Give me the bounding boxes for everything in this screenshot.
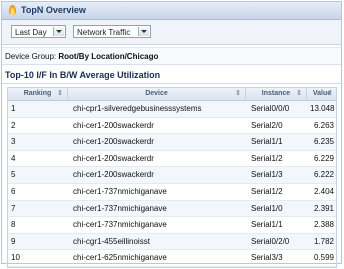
value-cell: 6.263 — [313, 120, 334, 130]
flame-icon — [9, 5, 16, 15]
rank-cell: 7 — [11, 203, 16, 213]
instance-cell: Serial1/1 — [251, 220, 283, 230]
table-body: 1 chi-cpr1-silveredgebusinesssystems Ser… — [8, 101, 336, 267]
topn-table: Ranking ⇕ Device ⇕ Instance ⇕ Value ⇕ 1 chi-… — [7, 87, 337, 268]
device-group-value: Root/By Location/Chicago — [58, 52, 159, 61]
value-cell: 13.048 — [310, 104, 335, 113]
value-cell: 6.235 — [313, 137, 334, 147]
rank-cell: 8 — [11, 220, 16, 230]
device-cell: chi-cer1-200swackerdr — [73, 137, 154, 147]
instance-cell: Serial1/1 — [251, 137, 283, 147]
rank-cell: 5 — [11, 170, 16, 180]
table-header: Ranking ⇕ Device ⇕ Instance ⇕ Value ⇕ — [8, 88, 336, 101]
rank-cell: 1 — [11, 104, 16, 113]
sort-icon: ⇕ — [235, 90, 241, 97]
instance-cell: Serial1/2 — [251, 186, 283, 196]
rank-cell: 9 — [11, 236, 16, 246]
table-row[interactable]: 3 chi-cer1-200swackerdr Serial1/1 6.235 — [8, 134, 336, 151]
section-header: Top-10 I/F In B/W Average Utilization — [2, 66, 341, 84]
column-header-device[interactable]: Device ⇕ — [68, 88, 246, 100]
device-cell: chi-cer1-737nmichiganave — [73, 203, 167, 213]
rank-cell: 2 — [11, 120, 16, 130]
table-row[interactable]: 10 chi-cer1-625nmichiganave Serial3/3 0.… — [8, 250, 336, 267]
chevron-down-icon[interactable] — [138, 27, 149, 36]
device-cell: chi-cer1-200swackerdr — [73, 170, 154, 180]
value-cell: 2.391 — [313, 203, 334, 213]
metric-select[interactable]: Network Traffic — [73, 25, 151, 38]
table-row[interactable]: 6 chi-cer1-737nmichiganave Serial1/2 2.4… — [8, 184, 336, 201]
device-group-text: Device Group: Root/By Location/Chicago — [5, 52, 158, 61]
value-cell: 1.782 — [313, 236, 334, 246]
window-title: TopN Overview — [21, 5, 86, 15]
column-header-ranking[interactable]: Ranking ⇕ — [8, 88, 68, 100]
sort-icon: ⇕ — [57, 90, 63, 97]
column-header-value[interactable]: Value ⇕ — [307, 88, 337, 100]
device-group-bar: Device Group: Root/By Location/Chicago — [2, 47, 341, 65]
device-cell: chi-cer1-625nmichiganave — [73, 253, 167, 263]
device-cell: chi-cer1-200swackerdr — [73, 120, 154, 130]
toolbar: Last Day Network Traffic — [2, 20, 341, 45]
device-cell: chi-cgr1-455eillinoisst — [73, 236, 150, 246]
device-cell: chi-cer1-737nmichiganave — [73, 186, 167, 196]
table-row[interactable]: 8 chi-cer1-737nmichiganave Serial1/1 2.3… — [8, 217, 336, 234]
value-cell: 6.229 — [313, 153, 334, 163]
instance-cell: Serial1/0 — [251, 203, 283, 213]
column-header-instance[interactable]: Instance ⇕ — [246, 88, 307, 100]
value-cell: 6.222 — [313, 170, 334, 180]
table-row[interactable]: 9 chi-cgr1-455eillinoisst Serial0/2/0 1.… — [8, 233, 336, 251]
value-cell: 2.388 — [313, 220, 334, 230]
device-cell: chi-cer1-737nmichiganave — [73, 220, 167, 230]
instance-cell: Serial2/0 — [251, 120, 283, 130]
device-group-label: Device Group: — [5, 52, 59, 61]
rank-cell: 3 — [11, 137, 16, 147]
rank-cell: 4 — [11, 153, 16, 163]
table-row[interactable]: 1 chi-cpr1-silveredgebusinesssystems Ser… — [8, 101, 336, 118]
title-bar[interactable]: TopN Overview — [2, 2, 341, 20]
rank-cell: 10 — [11, 253, 20, 263]
device-cell: chi-cer1-200swackerdr — [73, 153, 154, 163]
value-cell: 0.599 — [313, 253, 334, 263]
instance-cell: Serial3/3 — [251, 253, 283, 263]
sort-icon: ⇕ — [327, 90, 333, 97]
rank-cell: 6 — [11, 186, 16, 196]
value-cell: 2.404 — [313, 186, 334, 196]
time-range-value: Last Day — [15, 28, 47, 37]
instance-cell: Serial0/2/0 — [251, 236, 290, 246]
topn-overview-panel: TopN Overview Last Day Network Traffic D… — [1, 1, 342, 268]
time-range-select[interactable]: Last Day — [11, 25, 66, 38]
device-cell: chi-cpr1-silveredgebusinesssystems — [73, 104, 202, 113]
metric-value: Network Traffic — [77, 28, 131, 37]
instance-cell: Serial1/3 — [251, 170, 283, 180]
chevron-down-icon[interactable] — [53, 27, 64, 36]
sort-icon: ⇕ — [296, 90, 302, 97]
instance-cell: Serial0/0/0 — [251, 104, 290, 113]
table-row[interactable]: 4 chi-cer1-200swackerdr Serial1/2 6.229 — [8, 151, 336, 168]
table-row[interactable]: 5 chi-cer1-200swackerdr Serial1/3 6.222 — [8, 167, 336, 184]
table-row[interactable]: 2 chi-cer1-200swackerdr Serial2/0 6.263 — [8, 118, 336, 135]
instance-cell: Serial1/2 — [251, 153, 283, 163]
table-row[interactable]: 7 chi-cer1-737nmichiganave Serial1/0 2.3… — [8, 200, 336, 218]
section-title: Top-10 I/F In B/W Average Utilization — [5, 70, 161, 80]
